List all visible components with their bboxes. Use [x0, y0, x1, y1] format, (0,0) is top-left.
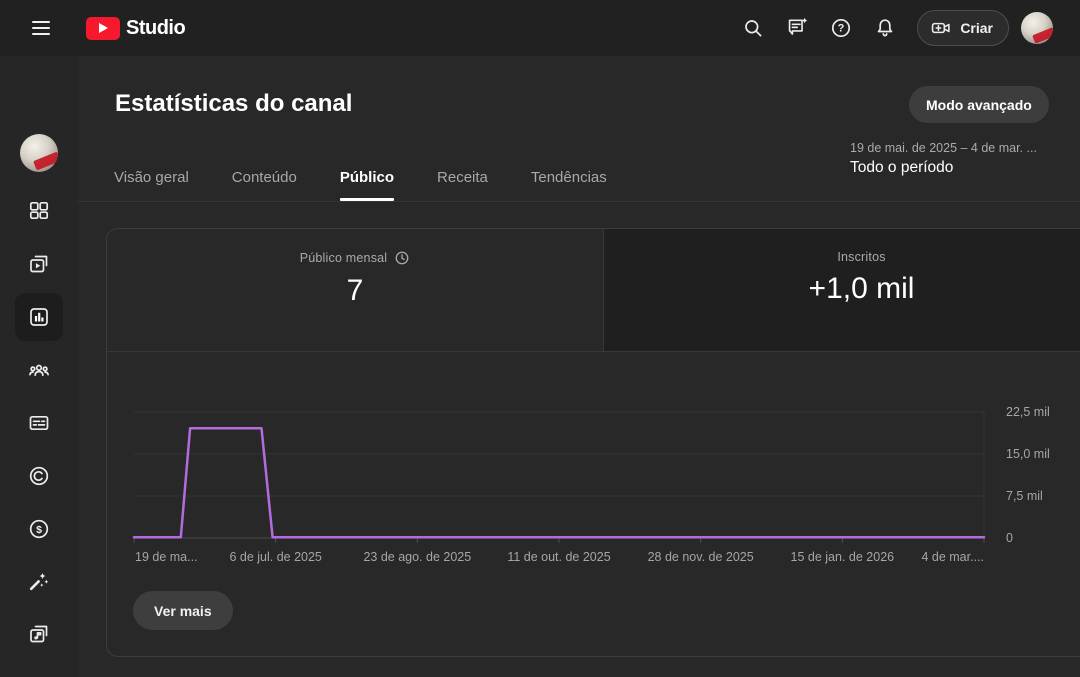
metric-card-label: Público mensal [299, 251, 388, 265]
date-range-text: 19 de mai. de 2025 – 4 de mar. ... [850, 141, 1037, 155]
audio-library-icon [30, 625, 48, 643]
topbar: Studio ? Criar [0, 0, 1080, 56]
svg-text:7,5 mil: 7,5 mil [1006, 489, 1043, 503]
sidebar-item-monetization[interactable]: $ [15, 505, 63, 553]
audience-line-chart: 22,5 mil 15,0 mil 7,5 mil 0 19 de ma... 6 de … [107, 396, 1080, 581]
customization-icon [29, 573, 49, 591]
metric-card-publico-mensal[interactable]: Público mensal 7 [107, 229, 604, 351]
svg-text:28 de nov. de 2025: 28 de nov. de 2025 [648, 550, 754, 564]
sidebar-item-audio-library[interactable] [15, 610, 63, 658]
chart-canvas: 22,5 mil 15,0 mil 7,5 mil 0 19 de ma... 6 de … [132, 405, 1050, 564]
svg-text:?: ? [838, 23, 845, 35]
sidebar: $ [0, 56, 78, 677]
svg-text:19 de ma...: 19 de ma... [135, 550, 198, 564]
sidebar-item-customization[interactable] [15, 557, 63, 605]
tab-tendencias[interactable]: Tendências [531, 154, 607, 201]
analytics-icon [30, 308, 48, 326]
analytics-panel: Público mensal 7 Inscritos +1,0 mil 22,5… [106, 228, 1080, 657]
metric-card-value: +1,0 mil [808, 272, 915, 305]
create-button[interactable]: Criar [917, 10, 1009, 46]
svg-text:0: 0 [1006, 531, 1013, 545]
youtube-studio-app: Studio ? Criar $ Estatísticas do canal M… [0, 0, 1080, 677]
create-button-label: Criar [960, 20, 993, 36]
svg-text:11 de out. de 2025: 11 de out. de 2025 [507, 550, 610, 564]
sidebar-item-dashboard[interactable] [15, 187, 63, 235]
metric-card-inscritos[interactable]: Inscritos +1,0 mil [604, 229, 1080, 351]
community-icon [29, 364, 49, 377]
subtitles-icon [29, 415, 49, 431]
svg-text:15 de jan. de 2026: 15 de jan. de 2026 [791, 550, 895, 564]
tab-publico[interactable]: Público [339, 154, 395, 201]
sidebar-item-content[interactable] [15, 240, 63, 288]
svg-text:15,0 mil: 15,0 mil [1006, 447, 1050, 461]
svg-text:23 de ago. de 2025: 23 de ago. de 2025 [363, 550, 471, 564]
topbar-actions: ? Criar [733, 0, 1080, 56]
clock-icon [395, 251, 409, 265]
metric-card-label: Inscritos [837, 250, 886, 264]
analytics-tabs-strip: Visão geral Conteúdo Público Receita Ten… [78, 154, 1080, 202]
see-more-button[interactable]: Ver mais [133, 591, 233, 630]
advanced-mode-button[interactable]: Modo avançado [909, 86, 1049, 123]
help-icon[interactable]: ? [821, 8, 861, 48]
dashboard-icon [29, 201, 49, 220]
tab-conteudo[interactable]: Conteúdo [232, 154, 297, 201]
tab-visao-geral[interactable]: Visão geral [114, 154, 189, 201]
studio-logo[interactable]: Studio [86, 16, 186, 40]
svg-text:4 de mar....: 4 de mar.... [921, 550, 984, 564]
page-title: Estatísticas do canal [115, 90, 353, 117]
tab-receita[interactable]: Receita [437, 154, 488, 201]
metric-card-value: 7 [346, 274, 364, 307]
sidebar-item-subtitles[interactable] [15, 399, 63, 447]
monetization-icon: $ [29, 519, 49, 539]
create-video-icon [932, 22, 950, 34]
sidebar-item-community[interactable] [15, 347, 63, 395]
feedback-icon[interactable] [777, 8, 817, 48]
svg-text:6 de jul. de 2025: 6 de jul. de 2025 [229, 550, 321, 564]
sidebar-item-analytics[interactable] [15, 293, 63, 341]
svg-text:22,5 mil: 22,5 mil [1006, 405, 1050, 419]
copyright-icon [29, 466, 49, 486]
search-icon[interactable] [733, 8, 773, 48]
sidebar-item-copyright[interactable] [15, 452, 63, 500]
menu-icon[interactable] [21, 8, 61, 48]
svg-text:$: $ [36, 524, 42, 536]
analytics-tabs: Visão geral Conteúdo Público Receita Ten… [78, 154, 1080, 201]
account-avatar[interactable] [1021, 12, 1053, 44]
metric-cards-row: Público mensal 7 Inscritos +1,0 mil [107, 229, 1080, 352]
youtube-play-icon [86, 16, 120, 40]
studio-logo-text: Studio [126, 16, 186, 39]
content-icon [30, 255, 48, 273]
notifications-icon[interactable] [865, 8, 905, 48]
channel-avatar[interactable] [20, 134, 58, 172]
